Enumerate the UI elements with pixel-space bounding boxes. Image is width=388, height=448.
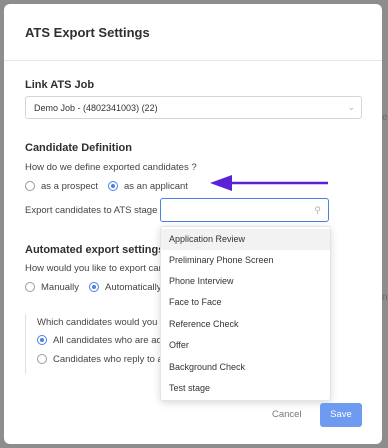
radio-manually-label: Manually (41, 282, 80, 293)
ats-job-select[interactable]: Demo Job - (4802341003) (22) ⌄ (25, 96, 362, 119)
background-text-fragment: e (382, 112, 388, 123)
stage-option-offer[interactable]: Offer (161, 335, 330, 356)
background-text-fragment: n (382, 292, 388, 303)
ats-stage-dropdown: Application Review Preliminary Phone Scr… (160, 226, 331, 401)
radio-candidates-who-reply-label: Candidates who reply to a (53, 354, 163, 365)
stage-option-test-stage[interactable]: Test stage (161, 378, 330, 399)
stage-label: Export candidates to ATS stage (25, 205, 158, 216)
radio-all-candidates[interactable] (37, 335, 47, 345)
ats-export-settings-modal: ATS Export Settings Link ATS Job Demo Jo… (4, 4, 382, 444)
which-candidates-label: Which candidates would you l (37, 317, 163, 328)
stage-option-background-check[interactable]: Background Check (161, 357, 330, 378)
radio-as-applicant[interactable] (108, 181, 118, 191)
candidate-definition-heading: Candidate Definition (25, 142, 132, 154)
stage-option-preliminary-phone-screen[interactable]: Preliminary Phone Screen (161, 250, 330, 271)
automated-export-question: How would you like to export can (25, 263, 164, 274)
ats-job-select-value: Demo Job - (4802341003) (22) (34, 103, 158, 113)
radio-automatically-label: Automatically (105, 282, 162, 293)
radio-as-applicant-label: as an applicant (124, 181, 188, 192)
which-candidates-panel-border (25, 314, 33, 374)
ats-stage-search-input[interactable]: ⚲ (160, 198, 329, 222)
link-ats-job-heading: Link ATS Job (25, 79, 95, 91)
stage-option-face-to-face[interactable]: Face to Face (161, 292, 330, 313)
stage-option-application-review[interactable]: Application Review (161, 229, 330, 250)
radio-as-prospect[interactable] (25, 181, 35, 191)
radio-all-candidates-label: All candidates who are ad (53, 335, 162, 346)
annotation-arrow-icon (210, 175, 328, 191)
radio-manually[interactable] (25, 282, 35, 292)
stage-option-reference-check[interactable]: Reference Check (161, 314, 330, 335)
radio-as-prospect-label: as a prospect (41, 181, 99, 192)
modal-title: ATS Export Settings (25, 25, 150, 40)
radio-candidates-who-reply[interactable] (37, 354, 47, 364)
automated-export-heading: Automated export settings (25, 244, 165, 256)
chevron-down-icon: ⌄ (347, 102, 355, 112)
candidate-definition-question: How do we define exported candidates ? (25, 162, 197, 173)
radio-automatically[interactable] (89, 282, 99, 292)
cancel-button[interactable]: Cancel (272, 409, 302, 420)
header-divider (4, 60, 382, 61)
stage-option-phone-interview[interactable]: Phone Interview (161, 271, 330, 292)
save-button[interactable]: Save (320, 403, 362, 427)
search-icon: ⚲ (314, 205, 321, 215)
